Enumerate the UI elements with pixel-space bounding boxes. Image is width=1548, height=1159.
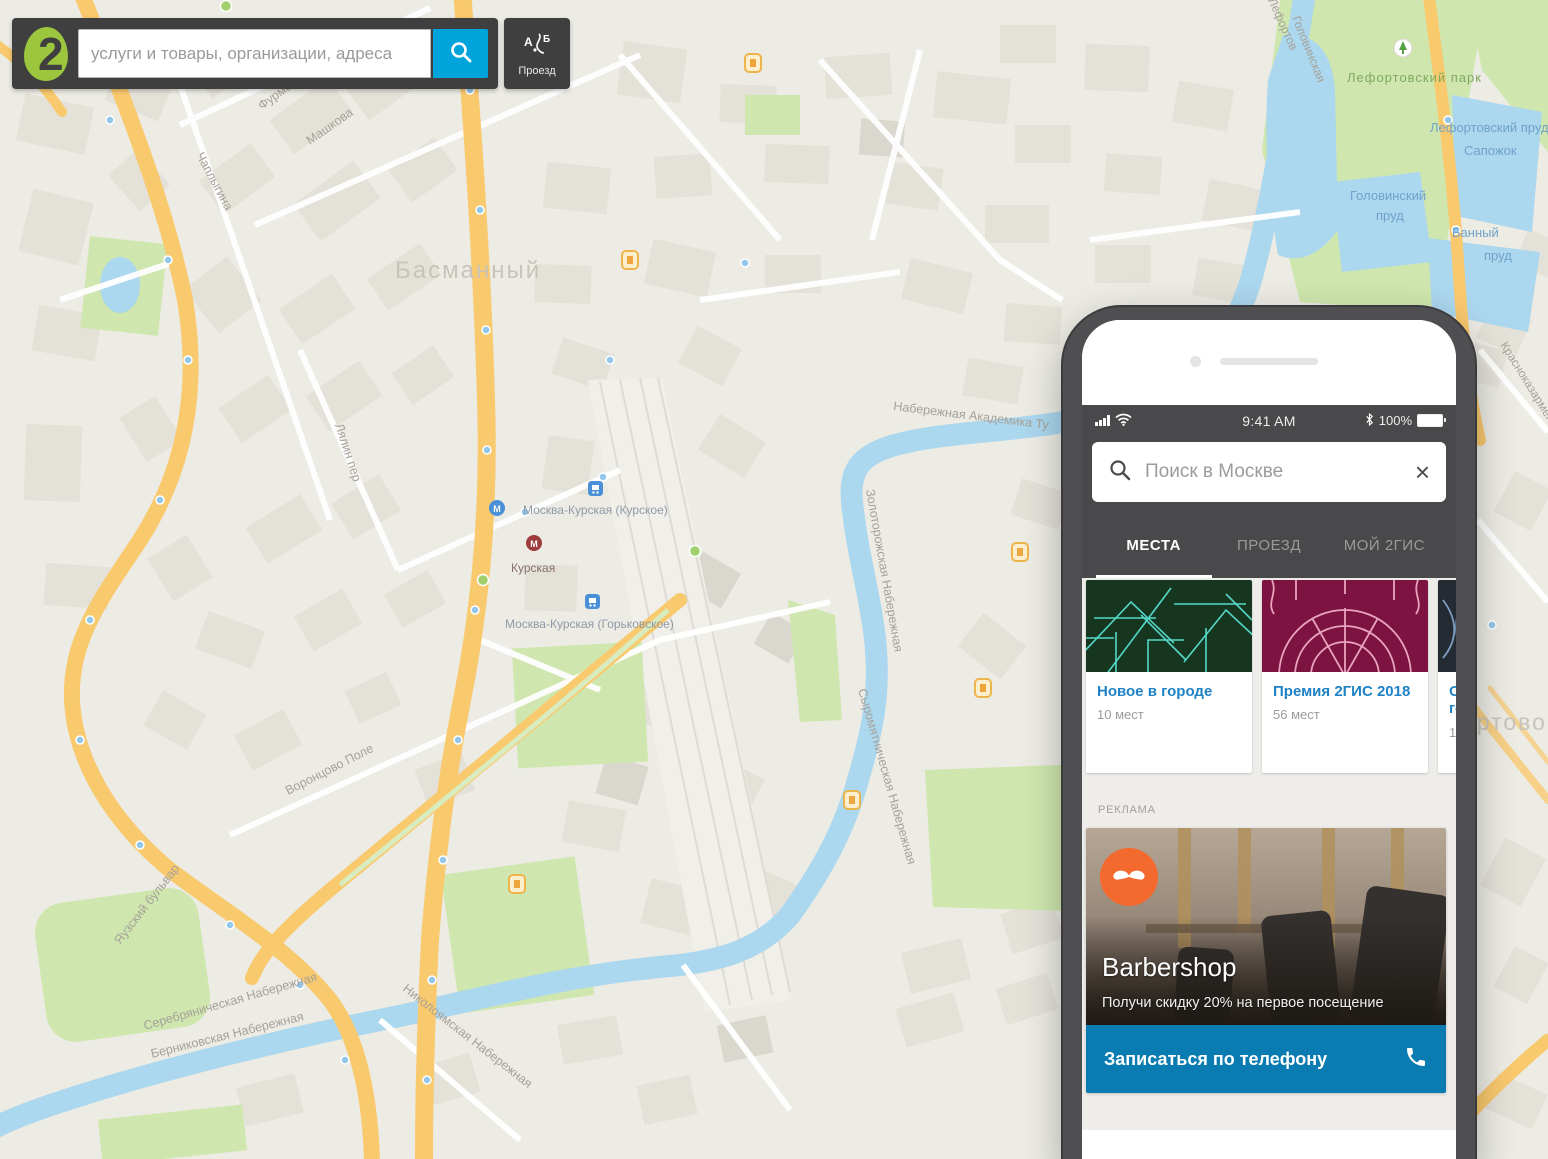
collection-card[interactable]: Премия 2ГИС 2018 56 мест	[1262, 580, 1428, 773]
top-search-bar: 2	[12, 18, 498, 89]
collection-card-image	[1262, 580, 1428, 672]
ad-photo-barbershop: Barbershop Получи скидку 20% на первое п…	[1086, 828, 1446, 1025]
rail-station-icon	[588, 481, 603, 496]
screenshot-stage: М М Басманный ортово Лефортовский парк Л…	[0, 0, 1548, 1159]
collection-count: 10 мест	[1097, 707, 1241, 722]
svg-text:М: М	[493, 504, 501, 514]
pond-label: пруд	[1484, 248, 1512, 263]
content-bottom-spacer	[1082, 1130, 1456, 1143]
collection-count: 15	[1449, 725, 1456, 740]
route-ab-icon: А Б	[522, 31, 552, 62]
barbershop-logo	[1100, 848, 1158, 906]
speaker-grille	[1220, 358, 1318, 365]
ground-transport-icon	[690, 546, 701, 557]
station-label: Москва-Курская (Курское)	[523, 503, 668, 517]
ad-title: Barbershop	[1102, 952, 1236, 983]
ad-section-label: РЕКЛАМА	[1098, 804, 1156, 816]
ad-card[interactable]: Barbershop Получи скидку 20% на первое п…	[1086, 828, 1446, 1093]
mustache-icon	[1110, 864, 1148, 891]
pond-label: Головинский	[1350, 188, 1426, 203]
battery-icon	[1417, 414, 1443, 427]
tab-places[interactable]: МЕСТА	[1096, 537, 1211, 554]
park-tree-icon	[1394, 39, 1412, 57]
pond-label: Сапожок	[1464, 143, 1517, 158]
camera-dot	[1190, 356, 1201, 367]
svg-text:Б: Б	[543, 34, 550, 45]
phone-mockup: 9:41 AM 100% Поиск в Москве ×	[1063, 307, 1475, 1159]
phone-icon	[1404, 1045, 1428, 1074]
close-icon[interactable]: ×	[1415, 459, 1430, 485]
status-time: 9:41 AM	[1242, 413, 1295, 429]
bluetooth-icon	[1365, 413, 1374, 429]
battery-percent: 100%	[1379, 413, 1412, 428]
2gis-logo-digit: 2	[38, 26, 64, 82]
phone-screen: 9:41 AM 100% Поиск в Москве ×	[1082, 320, 1456, 1159]
ad-subtitle: Получи скидку 20% на первое посещение	[1102, 995, 1384, 1011]
pond-label: Лефортовский пруд	[1430, 120, 1548, 135]
app-content: Новое в городе 10 мест	[1082, 578, 1456, 1143]
app-search-placeholder: Поиск в Москве	[1145, 461, 1402, 483]
station-label: Москва-Курская (Горьковское)	[505, 617, 674, 631]
cta-label: Записаться по телефону	[1104, 1049, 1404, 1070]
metro-label: Курская	[511, 561, 555, 575]
transit-button-label: Проезд	[518, 65, 555, 77]
2gis-logo[interactable]: 2	[22, 25, 76, 83]
svg-text:М: М	[530, 539, 538, 549]
svg-text:А: А	[524, 35, 533, 49]
collection-count: 56 мест	[1273, 707, 1417, 722]
transit-button[interactable]: А Б Проезд	[504, 18, 570, 89]
pond-label: пруд	[1376, 208, 1404, 223]
cell-signal-icon	[1095, 415, 1110, 426]
tab-my2gis[interactable]: МОЙ 2ГИС	[1327, 537, 1442, 554]
search-icon	[1108, 458, 1132, 487]
rail-station-icon	[585, 594, 600, 609]
collections-row: Новое в городе 10 мест	[1086, 580, 1456, 773]
phone-top-bezel-area	[1082, 320, 1456, 405]
collection-title[interactable]: О го	[1449, 683, 1456, 718]
collection-card-image	[1438, 580, 1456, 672]
tab-transit[interactable]: ПРОЕЗД	[1211, 537, 1326, 554]
search-icon	[448, 39, 474, 68]
ground-transport-icon	[221, 1, 232, 12]
search-button[interactable]	[433, 29, 488, 78]
status-bar: 9:41 AM 100%	[1082, 405, 1456, 436]
park-label: Лефортовский парк	[1347, 70, 1482, 85]
district-label: Басманный	[395, 257, 541, 284]
tab-bar: МЕСТА ПРОЕЗД МОЙ 2ГИС	[1082, 512, 1456, 578]
collection-card-partial[interactable]: О го 15	[1438, 580, 1456, 773]
app-search-box[interactable]: Поиск в Москве ×	[1092, 442, 1446, 502]
ground-transport-icon	[478, 575, 489, 586]
collection-title[interactable]: Премия 2ГИС 2018	[1273, 683, 1417, 700]
wifi-icon	[1115, 413, 1132, 429]
collection-card[interactable]: Новое в городе 10 мест	[1086, 580, 1252, 773]
app-search-row: Поиск в Москве ×	[1082, 436, 1456, 512]
collection-title[interactable]: Новое в городе	[1097, 683, 1241, 700]
search-input[interactable]	[78, 29, 431, 78]
call-to-book-button[interactable]: Записаться по телефону	[1086, 1025, 1446, 1093]
collection-card-image	[1086, 580, 1252, 672]
pond-label: Банный	[1452, 225, 1499, 240]
